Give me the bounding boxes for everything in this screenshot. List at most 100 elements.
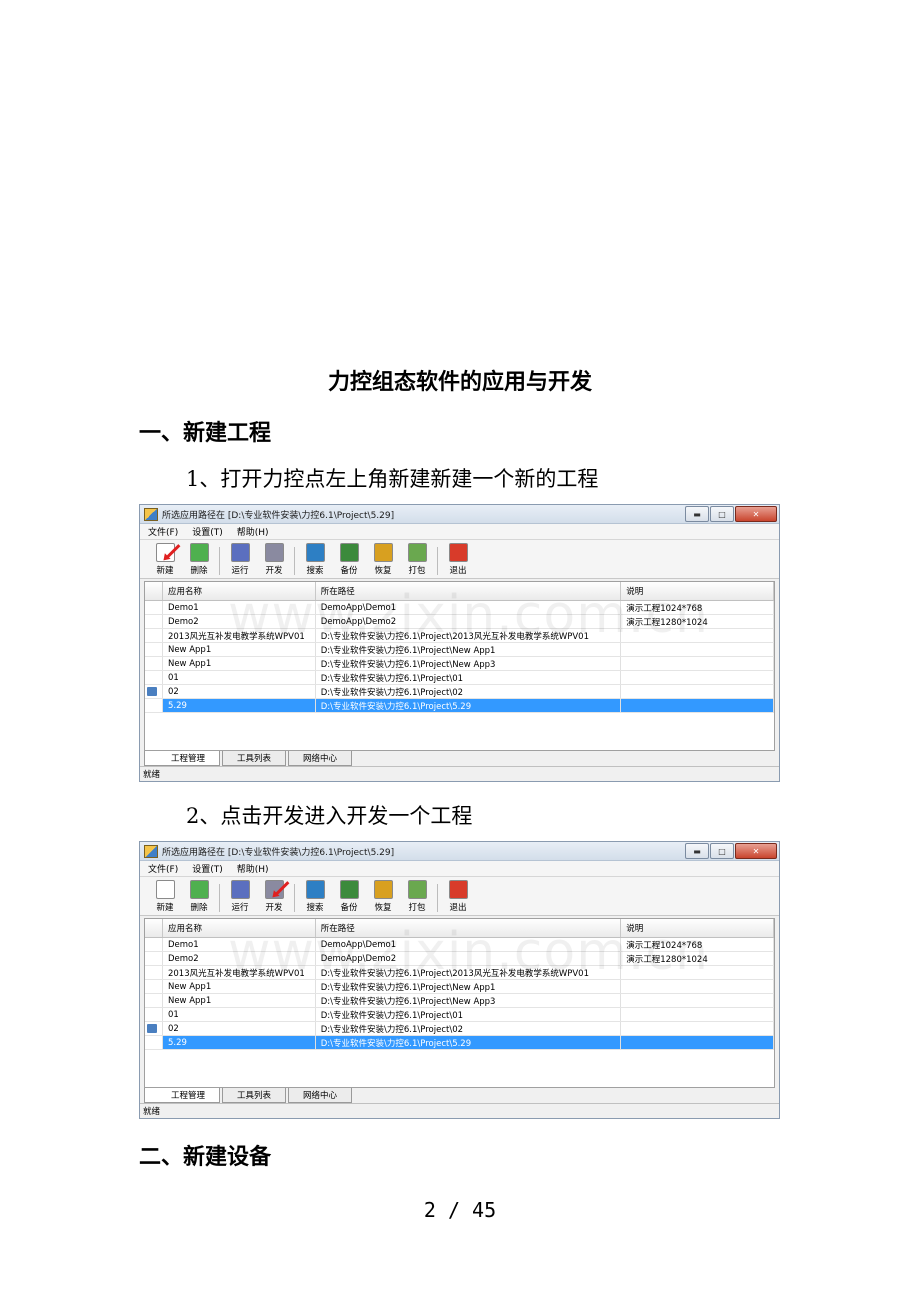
table-row[interactable]: 01 D:\专业软件安装\力控6.1\Project\01 (145, 1008, 774, 1022)
table-cell: 2013风光互补发电教学系统WPV01 (163, 966, 316, 979)
close-icon[interactable]: ✕ (735, 843, 777, 859)
toolbar-button-new[interactable]: 新建 (148, 879, 182, 915)
menu-item[interactable]: 设置(T) (192, 862, 223, 875)
table-header: 应用名称 所在路径 说明 (145, 582, 774, 601)
tab-1[interactable]: 工具列表 (222, 1088, 287, 1103)
toolbar-button-label: 备份 (340, 903, 358, 913)
table-cell (621, 657, 774, 670)
menu-item[interactable]: 文件(F) (148, 525, 178, 538)
bottom-tabs: 工程管理 工具列表 网络中心 (144, 1088, 354, 1103)
table-row[interactable]: Demo2 DemoApp\Demo2 演示工程1280*1024 (145, 615, 774, 629)
tab-0[interactable]: 工程管理 (144, 751, 221, 766)
table-row[interactable]: 02 D:\专业软件安装\力控6.1\Project\02 (145, 685, 774, 699)
table-cell: Demo1 (163, 601, 316, 614)
table-row[interactable]: 02 D:\专业软件安装\力控6.1\Project\02 (145, 1022, 774, 1036)
table-cell: D:\专业软件安装\力控6.1\Project\5.29 (315, 699, 622, 712)
tab-2[interactable]: 网络中心 (288, 751, 353, 766)
menu-item[interactable]: 帮助(H) (237, 525, 269, 538)
toolbar-button-run[interactable]: 运行 (223, 879, 257, 915)
table-row[interactable]: Demo1 DemoApp\Demo1 演示工程1024*768 (145, 938, 774, 952)
tab-0[interactable]: 工程管理 (144, 1088, 221, 1103)
table-cell: New App1 (163, 994, 316, 1007)
toolbar-button-new[interactable]: 新建 (148, 542, 182, 578)
table-cell: 2013风光互补发电教学系统WPV01 (163, 629, 316, 642)
minimize-icon[interactable]: ▬ (685, 843, 709, 859)
table-row[interactable]: 2013风光互补发电教学系统WPV01 D:\专业软件安装\力控6.1\Proje… (145, 629, 774, 643)
table-cell: D:\专业软件安装\力控6.1\Project\2013风光互补发电教学系统WP… (316, 629, 622, 642)
table-row[interactable]: New App1 D:\专业软件安装\力控6.1\Project\New App3 (145, 657, 774, 671)
project-table: 应用名称 所在路径 说明 Demo1 DemoApp\Demo1 演示工程1024*768… (144, 581, 775, 751)
row-indicator-header (145, 919, 163, 937)
toolbar-button-label: 打包 (408, 566, 426, 576)
backup-icon (339, 880, 359, 899)
title-bar: 所选应用路径在 [D:\专业软件安装\力控6.1\Project\5.29] ▬ □… (140, 505, 779, 524)
restore-icon (373, 543, 393, 562)
column-header[interactable]: 应用名称 (163, 919, 316, 937)
toolbar-button-backup[interactable]: 备份 (332, 542, 366, 578)
table-cell: DemoApp\Demo2 (316, 615, 622, 628)
table-row[interactable]: Demo2 DemoApp\Demo2 演示工程1280*1024 (145, 952, 774, 966)
window-controls: ▬ □ ✕ (684, 843, 777, 859)
table-cell: D:\专业软件安装\力控6.1\Project\New App1 (316, 980, 622, 993)
toolbar-button-develop[interactable]: 开发 (257, 879, 291, 915)
table-cell: D:\专业软件安装\力控6.1\Project\02 (316, 1022, 622, 1035)
maximize-icon[interactable]: □ (710, 843, 734, 859)
toolbar-separator (437, 547, 438, 575)
table-header: 应用名称 所在路径 说明 (145, 919, 774, 938)
close-icon[interactable]: ✕ (735, 506, 777, 522)
tab-1[interactable]: 工具列表 (222, 751, 287, 766)
column-header[interactable]: 所在路径 (316, 919, 622, 937)
toolbar-button-backup[interactable]: 备份 (332, 879, 366, 915)
menu-bar: 文件(F) 设置(T) 帮助(H) (140, 861, 779, 877)
toolbar-button-delete[interactable]: 删除 (182, 542, 216, 578)
row-indicator (145, 615, 163, 628)
toolbar-button-search[interactable]: 搜索 (298, 542, 332, 578)
toolbar-button-label: 新建 (156, 566, 174, 576)
toolbar-button-package[interactable]: 打包 (400, 879, 434, 915)
toolbar-button-restore[interactable]: 恢复 (366, 542, 400, 578)
table-cell: Demo2 (163, 952, 316, 965)
toolbar-button-label: 搜索 (306, 903, 324, 913)
toolbar-button-search[interactable]: 搜索 (298, 879, 332, 915)
menu-item[interactable]: 文件(F) (148, 862, 178, 875)
table-cell (621, 1036, 774, 1049)
toolbar-button-exit[interactable]: 退出 (441, 542, 475, 578)
table-cell: DemoApp\Demo1 (316, 601, 622, 614)
row-indicator (145, 966, 163, 979)
column-header[interactable]: 说明 (621, 919, 774, 937)
status-bar: 就绪 (140, 1103, 779, 1118)
table-cell: 01 (163, 1008, 316, 1021)
toolbar-button-delete[interactable]: 删除 (182, 879, 216, 915)
table-cell: DemoApp\Demo2 (316, 952, 622, 965)
table-cell: 01 (163, 671, 316, 684)
table-row[interactable]: 5.29 D:\专业软件安装\力控6.1\Project\5.29 (145, 699, 774, 713)
maximize-icon[interactable]: □ (710, 506, 734, 522)
table-cell (621, 994, 774, 1007)
toolbar-button-restore[interactable]: 恢复 (366, 879, 400, 915)
tab-2[interactable]: 网络中心 (288, 1088, 353, 1103)
column-header[interactable]: 说明 (621, 582, 774, 600)
project-table: 应用名称 所在路径 说明 Demo1 DemoApp\Demo1 演示工程1024*768… (144, 918, 775, 1088)
toolbar-separator (219, 547, 220, 575)
table-row[interactable]: 2013风光互补发电教学系统WPV01 D:\专业软件安装\力控6.1\Proje… (145, 966, 774, 980)
table-row[interactable]: Demo1 DemoApp\Demo1 演示工程1024*768 (145, 601, 774, 615)
toolbar-button-label: 恢复 (374, 566, 392, 576)
menu-item[interactable]: 帮助(H) (237, 862, 269, 875)
minimize-icon[interactable]: ▬ (685, 506, 709, 522)
column-header[interactable]: 应用名称 (163, 582, 316, 600)
table-row[interactable]: 01 D:\专业软件安装\力控6.1\Project\01 (145, 671, 774, 685)
table-row[interactable]: New App1 D:\专业软件安装\力控6.1\Project\New App1 (145, 980, 774, 994)
table-row[interactable]: New App1 D:\专业软件安装\力控6.1\Project\New App3 (145, 994, 774, 1008)
column-header[interactable]: 所在路径 (316, 582, 622, 600)
table-row[interactable]: New App1 D:\专业软件安装\力控6.1\Project\New App1 (145, 643, 774, 657)
toolbar-button-exit[interactable]: 退出 (441, 879, 475, 915)
toolbar-button-develop[interactable]: 开发 (257, 542, 291, 578)
exit-icon (448, 880, 468, 899)
table-cell (621, 685, 774, 698)
toolbar-button-package[interactable]: 打包 (400, 542, 434, 578)
table-row[interactable]: 5.29 D:\专业软件安装\力控6.1\Project\5.29 (145, 1036, 774, 1050)
delete-icon (189, 880, 209, 899)
menu-item[interactable]: 设置(T) (192, 525, 223, 538)
title-bar: 所选应用路径在 [D:\专业软件安装\力控6.1\Project\5.29] ▬ □… (140, 842, 779, 861)
toolbar-button-run[interactable]: 运行 (223, 542, 257, 578)
